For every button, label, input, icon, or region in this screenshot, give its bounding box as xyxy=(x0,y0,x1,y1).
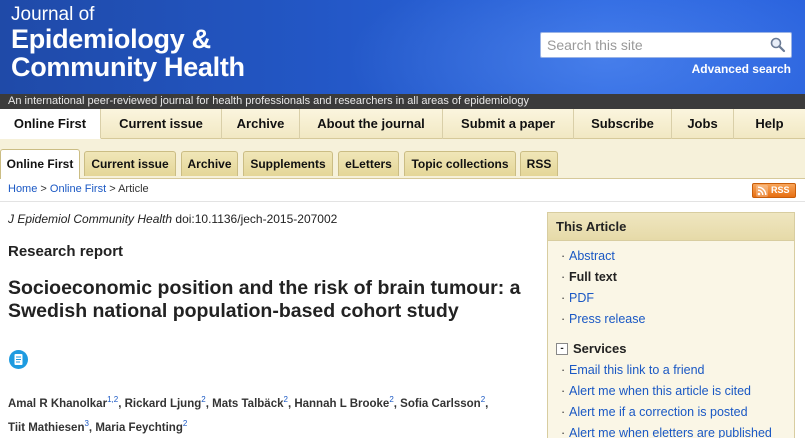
rss-label: RSS xyxy=(771,185,790,195)
list-item: · Press release xyxy=(561,312,646,326)
primary-nav-submit[interactable]: Submit a paper xyxy=(443,109,574,139)
doi: doi:10.1136/jech-2015-207002 xyxy=(172,212,338,226)
advanced-search-link[interactable]: Advanced search xyxy=(692,62,791,76)
journal-name: J Epidemiol Community Health xyxy=(8,212,173,226)
document-icon[interactable] xyxy=(9,350,28,369)
tab-supplements[interactable]: Supplements xyxy=(243,151,333,176)
rss-button[interactable]: RSS xyxy=(752,183,796,198)
tab-archive[interactable]: Archive xyxy=(181,151,238,176)
logo-line-3: Community Health xyxy=(11,52,245,82)
logo-line-1: Journal of xyxy=(11,4,95,25)
divider xyxy=(0,201,805,202)
citation: J Epidemiol Community Health doi:10.1136… xyxy=(8,212,337,226)
article-links: · Abstract · Full text · PDF · Press release xyxy=(548,246,794,330)
breadcrumb-separator: > xyxy=(37,183,50,195)
full-text-current: Full text xyxy=(569,270,617,284)
list-item: · PDF xyxy=(561,291,594,305)
list-item: · Alert me when this article is cited xyxy=(561,384,752,398)
cited-alert-link[interactable]: Alert me when this article is cited xyxy=(569,384,751,398)
press-release-link[interactable]: Press release xyxy=(569,312,645,326)
pdf-link[interactable]: PDF xyxy=(569,291,594,305)
panel-title: This Article xyxy=(548,213,794,241)
eletters-alert-link[interactable]: Alert me when eletters are published xyxy=(569,426,772,438)
search-icon[interactable] xyxy=(769,36,787,54)
author[interactable]: Amal R Khanolkar1,2 xyxy=(8,395,118,410)
list-item: · Email this link to a friend xyxy=(561,363,705,377)
list-item: · Abstract xyxy=(561,249,615,263)
list-item: · Alert me if a correction is posted xyxy=(561,405,748,419)
journal-logo[interactable]: Journal of Epidemiology & Community Heal… xyxy=(11,4,245,82)
logo-line-2: Epidemiology & xyxy=(11,24,211,54)
breadcrumb-current: Article xyxy=(118,183,149,195)
list-item: · Full text xyxy=(561,270,617,284)
this-article-panel: This Article · Abstract · Full text · PDF ·… xyxy=(547,212,795,438)
services-links: · Email this link to a friend · Alert me w… xyxy=(548,360,794,438)
breadcrumb-separator: > xyxy=(106,183,119,195)
services-title: Services xyxy=(573,341,627,356)
primary-nav: Online First Current issue Archive About… xyxy=(0,109,805,139)
tab-eletters[interactable]: eLetters xyxy=(338,151,399,176)
author[interactable]: Rickard Ljung2 xyxy=(125,395,206,410)
author-list: Amal R Khanolkar1,2, Rickard Ljung2, Mat… xyxy=(8,395,489,434)
tab-current-issue[interactable]: Current issue xyxy=(84,151,176,176)
search-box xyxy=(540,32,792,58)
abstract-link[interactable]: Abstract xyxy=(569,249,615,263)
rss-icon xyxy=(756,185,768,197)
primary-nav-about[interactable]: About the journal xyxy=(300,109,443,139)
tagline: An international peer-reviewed journal f… xyxy=(0,94,805,109)
primary-nav-online-first[interactable]: Online First xyxy=(0,109,101,139)
article-type: Research report xyxy=(8,243,124,260)
author[interactable]: Hannah L Brooke2 xyxy=(294,395,393,410)
author[interactable]: Tiit Mathiesen3 xyxy=(8,419,89,434)
primary-nav-help[interactable]: Help xyxy=(734,109,805,139)
breadcrumb-home[interactable]: Home xyxy=(8,183,37,195)
breadcrumb: Home > Online First > Article xyxy=(8,183,149,195)
search-input[interactable] xyxy=(541,33,761,57)
site-header: Journal of Epidemiology & Community Heal… xyxy=(0,0,805,94)
primary-nav-current-issue[interactable]: Current issue xyxy=(101,109,222,139)
primary-nav-archive[interactable]: Archive xyxy=(222,109,300,139)
author[interactable]: Sofia Carlsson2 xyxy=(400,395,485,410)
breadcrumb-online-first[interactable]: Online First xyxy=(50,183,106,195)
author[interactable]: Maria Feychting2 xyxy=(95,419,187,434)
author[interactable]: Mats Talbäck2 xyxy=(212,395,288,410)
collapse-services-button[interactable]: - xyxy=(556,343,568,355)
tab-rss[interactable]: RSS xyxy=(520,151,558,176)
tab-topic-collections[interactable]: Topic collections xyxy=(404,151,516,176)
list-item: · Alert me when eletters are published xyxy=(561,426,772,438)
secondary-nav: Online First Current issue Archive Suppl… xyxy=(0,139,805,179)
email-link[interactable]: Email this link to a friend xyxy=(569,363,704,377)
primary-nav-jobs[interactable]: Jobs xyxy=(672,109,734,139)
tab-online-first[interactable]: Online First xyxy=(0,149,80,179)
primary-nav-subscribe[interactable]: Subscribe xyxy=(574,109,672,139)
article-title: Socioeconomic position and the risk of b… xyxy=(8,277,521,322)
services-header: - Services xyxy=(548,338,794,360)
correction-alert-link[interactable]: Alert me if a correction is posted xyxy=(569,405,748,419)
